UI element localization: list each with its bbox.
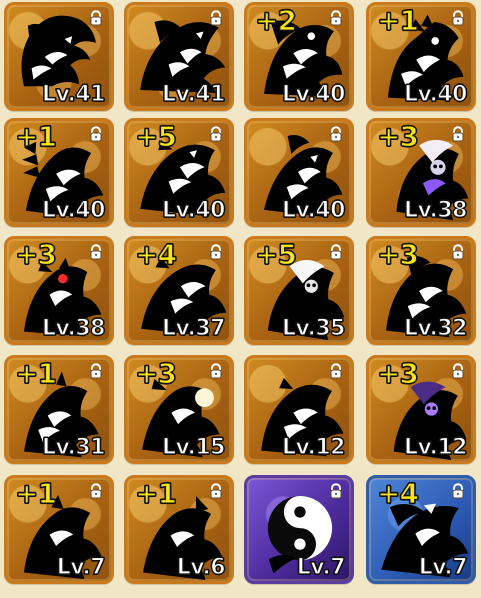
unit-level-label: Lv.38 (403, 198, 468, 223)
plus-level-badge: +3 (376, 357, 419, 390)
unit-card-4[interactable]: +1 Lv.40 (366, 2, 476, 111)
lock-icon (208, 483, 224, 499)
unit-level-label: Lv.41 (161, 82, 226, 107)
lock-icon (208, 363, 224, 379)
plus-level-badge: +5 (254, 238, 297, 271)
lock-icon (328, 126, 344, 142)
unit-level-label: Lv.37 (161, 316, 226, 341)
lock-icon (208, 10, 224, 26)
unit-card-9[interactable]: +3 Lv.38 (4, 236, 114, 345)
unit-level-label: Lv.7 (296, 555, 346, 580)
unit-card-13[interactable]: +1 Lv.31 (4, 355, 114, 464)
unit-card-12[interactable]: +3 Lv.32 (366, 236, 476, 345)
plus-level-badge: +3 (14, 238, 57, 271)
lock-icon (450, 483, 466, 499)
unit-level-label: Lv.41 (41, 82, 106, 107)
unit-card-15[interactable]: Lv.12 (244, 355, 354, 464)
lock-icon (450, 363, 466, 379)
unit-card-18[interactable]: +1 Lv.6 (124, 475, 234, 584)
unit-card-17[interactable]: +1 Lv.7 (4, 475, 114, 584)
unit-level-label: Lv.35 (281, 316, 346, 341)
unit-card-6[interactable]: +5 Lv.40 (124, 118, 234, 227)
unit-level-label: Lv.7 (56, 555, 106, 580)
plus-level-badge: +5 (134, 120, 177, 153)
lock-icon (328, 244, 344, 260)
unit-level-label: Lv.40 (403, 82, 468, 107)
unit-level-label: Lv.32 (403, 316, 468, 341)
unit-level-label: Lv.38 (41, 316, 106, 341)
unit-level-label: Lv.40 (281, 82, 346, 107)
lock-icon (208, 244, 224, 260)
unit-level-label: Lv.7 (418, 555, 468, 580)
unit-level-label: Lv.15 (161, 435, 226, 460)
plus-level-badge: +1 (134, 477, 177, 510)
plus-level-badge: +4 (376, 477, 419, 510)
unit-card-16[interactable]: +3 Lv.12 (366, 355, 476, 464)
plus-level-badge: +1 (14, 357, 57, 390)
lock-icon (328, 363, 344, 379)
unit-card-5[interactable]: +1 Lv.40 (4, 118, 114, 227)
unit-level-label: Lv.31 (41, 435, 106, 460)
unit-level-label: Lv.40 (161, 198, 226, 223)
unit-card-8[interactable]: +3 Lv.38 (366, 118, 476, 227)
plus-level-badge: +4 (134, 238, 177, 271)
lock-icon (88, 126, 104, 142)
lock-icon (208, 126, 224, 142)
plus-level-badge: +2 (254, 4, 297, 37)
lock-icon (88, 363, 104, 379)
unit-level-label: Lv.12 (403, 435, 468, 460)
unit-card-14[interactable]: +3 Lv.15 (124, 355, 234, 464)
lock-icon (450, 10, 466, 26)
unit-grid: Lv.41 Lv.41 +2 Lv.40 +1 Lv.40 +1 Lv.40 +… (0, 0, 481, 598)
unit-card-3[interactable]: +2 Lv.40 (244, 2, 354, 111)
unit-card-10[interactable]: +4 Lv.37 (124, 236, 234, 345)
lock-icon (328, 483, 344, 499)
unit-level-label: Lv.12 (281, 435, 346, 460)
unit-card-19[interactable]: Lv.7 (244, 475, 354, 584)
unit-level-label: Lv.40 (281, 198, 346, 223)
plus-level-badge: +1 (14, 477, 57, 510)
unit-card-20[interactable]: +4 Lv.7 (366, 475, 476, 584)
unit-card-7[interactable]: Lv.40 (244, 118, 354, 227)
lock-icon (328, 10, 344, 26)
lock-icon (450, 244, 466, 260)
unit-card-1[interactable]: Lv.41 (4, 2, 114, 111)
plus-level-badge: +3 (376, 238, 419, 271)
lock-icon (88, 483, 104, 499)
unit-card-2[interactable]: Lv.41 (124, 2, 234, 111)
unit-level-label: Lv.40 (41, 198, 106, 223)
unit-level-label: Lv.6 (176, 555, 226, 580)
plus-level-badge: +3 (376, 120, 419, 153)
unit-card-11[interactable]: +5 Lv.35 (244, 236, 354, 345)
plus-level-badge: +3 (134, 357, 177, 390)
lock-icon (88, 244, 104, 260)
plus-level-badge: +1 (14, 120, 57, 153)
lock-icon (450, 126, 466, 142)
lock-icon (88, 10, 104, 26)
plus-level-badge: +1 (376, 4, 419, 37)
